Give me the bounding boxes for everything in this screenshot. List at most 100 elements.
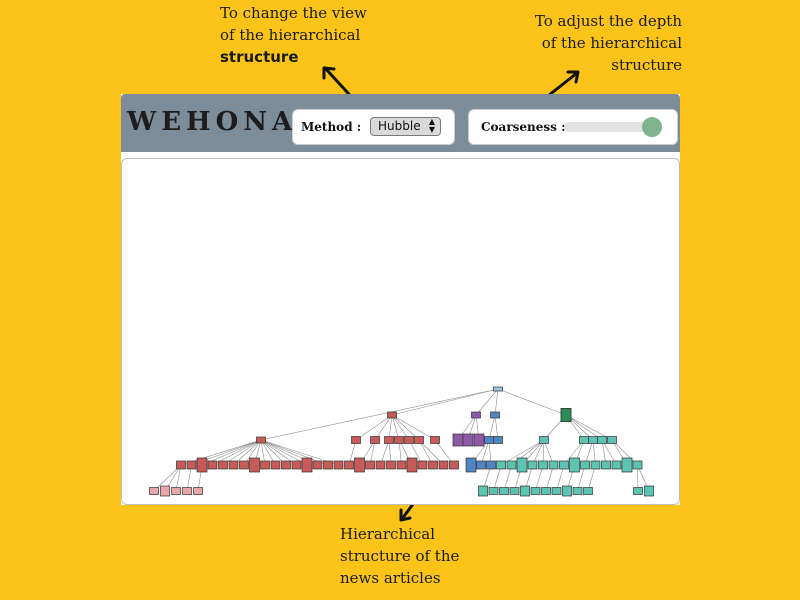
tree-node[interactable] [611, 460, 622, 470]
tree-node[interactable] [370, 436, 380, 444]
tree-node[interactable] [396, 460, 407, 470]
tree-node[interactable] [387, 411, 397, 419]
tree-node[interactable] [607, 436, 617, 444]
tree-node[interactable] [462, 433, 474, 447]
tree-node[interactable] [621, 457, 633, 473]
tree-node[interactable] [548, 460, 559, 470]
tree-node[interactable] [171, 487, 181, 495]
tree-node[interactable] [196, 457, 208, 473]
tree-node[interactable] [438, 460, 449, 470]
tree-node[interactable] [601, 460, 611, 470]
tree-node[interactable] [490, 411, 500, 419]
tree-node[interactable] [583, 487, 593, 495]
tree-node[interactable] [569, 457, 580, 473]
tree-node[interactable] [386, 460, 396, 470]
tree-node[interactable] [406, 457, 418, 473]
tree-node[interactable] [333, 460, 344, 470]
tree-node[interactable] [312, 460, 323, 470]
tree-node[interactable] [572, 487, 583, 495]
tree-node[interactable] [530, 487, 541, 495]
tree-node[interactable] [182, 487, 192, 495]
tree-node[interactable] [493, 436, 503, 444]
tree-node[interactable] [579, 436, 589, 444]
tree-node[interactable] [580, 460, 590, 470]
tree-node[interactable] [323, 460, 333, 470]
tree-node[interactable] [465, 457, 477, 473]
tree-node[interactable] [484, 436, 494, 444]
tree-node[interactable] [281, 460, 291, 470]
app-window: WEHONA Method : Hubble ▲ ▼ Coarseness : [121, 94, 680, 505]
tree-node[interactable] [562, 485, 572, 497]
tree-node[interactable] [449, 460, 459, 470]
tree-node[interactable] [590, 460, 601, 470]
hierarchy-tree [149, 386, 654, 497]
tree-node[interactable] [520, 485, 530, 497]
tree-node[interactable] [394, 436, 404, 444]
tree-node[interactable] [597, 436, 607, 444]
method-select-value: Hubble [378, 119, 421, 133]
tree-node[interactable] [541, 487, 551, 495]
tree-node[interactable] [506, 460, 517, 470]
tree-node[interactable] [270, 460, 281, 470]
tree-node[interactable] [478, 485, 488, 497]
tree-node[interactable] [452, 433, 464, 447]
tree-node[interactable] [301, 457, 313, 473]
tree-node[interactable] [551, 487, 562, 495]
tree-node[interactable] [538, 460, 548, 470]
tree-node[interactable] [488, 487, 499, 495]
tree-edge [391, 388, 499, 416]
tree-node[interactable] [375, 460, 386, 470]
tree-node[interactable] [354, 457, 365, 473]
tree-node[interactable] [471, 411, 481, 419]
tree-edge [260, 388, 499, 441]
tree-node[interactable] [632, 460, 643, 470]
coarseness-slider-thumb[interactable] [642, 117, 663, 137]
tree-node[interactable] [186, 460, 197, 470]
tree-edge [494, 388, 499, 416]
tree-node[interactable] [249, 457, 260, 473]
tree-node[interactable] [260, 460, 270, 470]
tree-node[interactable] [493, 386, 503, 392]
tree-node[interactable] [344, 460, 354, 470]
app-logo: WEHONA [127, 107, 298, 137]
tree-node[interactable] [291, 460, 302, 470]
tree-node[interactable] [496, 460, 506, 470]
tree-node[interactable] [417, 460, 428, 470]
tree-node[interactable] [633, 487, 643, 495]
tree-node[interactable] [351, 436, 361, 444]
tree-node[interactable] [588, 436, 598, 444]
tree-node[interactable] [499, 487, 509, 495]
tree-node[interactable] [476, 460, 486, 470]
tree-node[interactable] [404, 436, 414, 444]
coarseness-panel: Coarseness : [468, 109, 678, 145]
method-panel: Method : Hubble ▲ ▼ [292, 109, 455, 145]
method-label: Method : [301, 120, 362, 134]
tree-node[interactable] [228, 460, 239, 470]
tree-node[interactable] [509, 487, 520, 495]
tree-node[interactable] [256, 436, 266, 444]
tree-node[interactable] [644, 485, 654, 497]
tree-node[interactable] [207, 460, 218, 470]
tree-node[interactable] [193, 487, 203, 495]
tree-node[interactable] [430, 436, 440, 444]
tree-node[interactable] [160, 485, 170, 497]
app-header: WEHONA Method : Hubble ▲ ▼ Coarseness : [121, 94, 680, 152]
tree-node[interactable] [365, 460, 375, 470]
tree-node[interactable] [218, 460, 228, 470]
tree-node[interactable] [559, 460, 569, 470]
tree-node[interactable] [384, 436, 394, 444]
tree-node[interactable] [149, 487, 159, 495]
coarseness-label: Coarseness : [481, 120, 566, 134]
method-select[interactable]: Hubble ▲ ▼ [370, 117, 441, 136]
tree-node[interactable] [428, 460, 438, 470]
tree-node[interactable] [414, 436, 424, 444]
tree-node[interactable] [516, 457, 528, 473]
tree-node[interactable] [239, 460, 249, 470]
tree-node[interactable] [486, 460, 496, 470]
tree-node[interactable] [473, 433, 485, 447]
tree-node[interactable] [176, 460, 186, 470]
tree-node[interactable] [539, 436, 549, 444]
chevron-updown-icon: ▲ ▼ [428, 117, 435, 134]
tree-node[interactable] [527, 460, 538, 470]
tree-node[interactable] [560, 408, 572, 422]
